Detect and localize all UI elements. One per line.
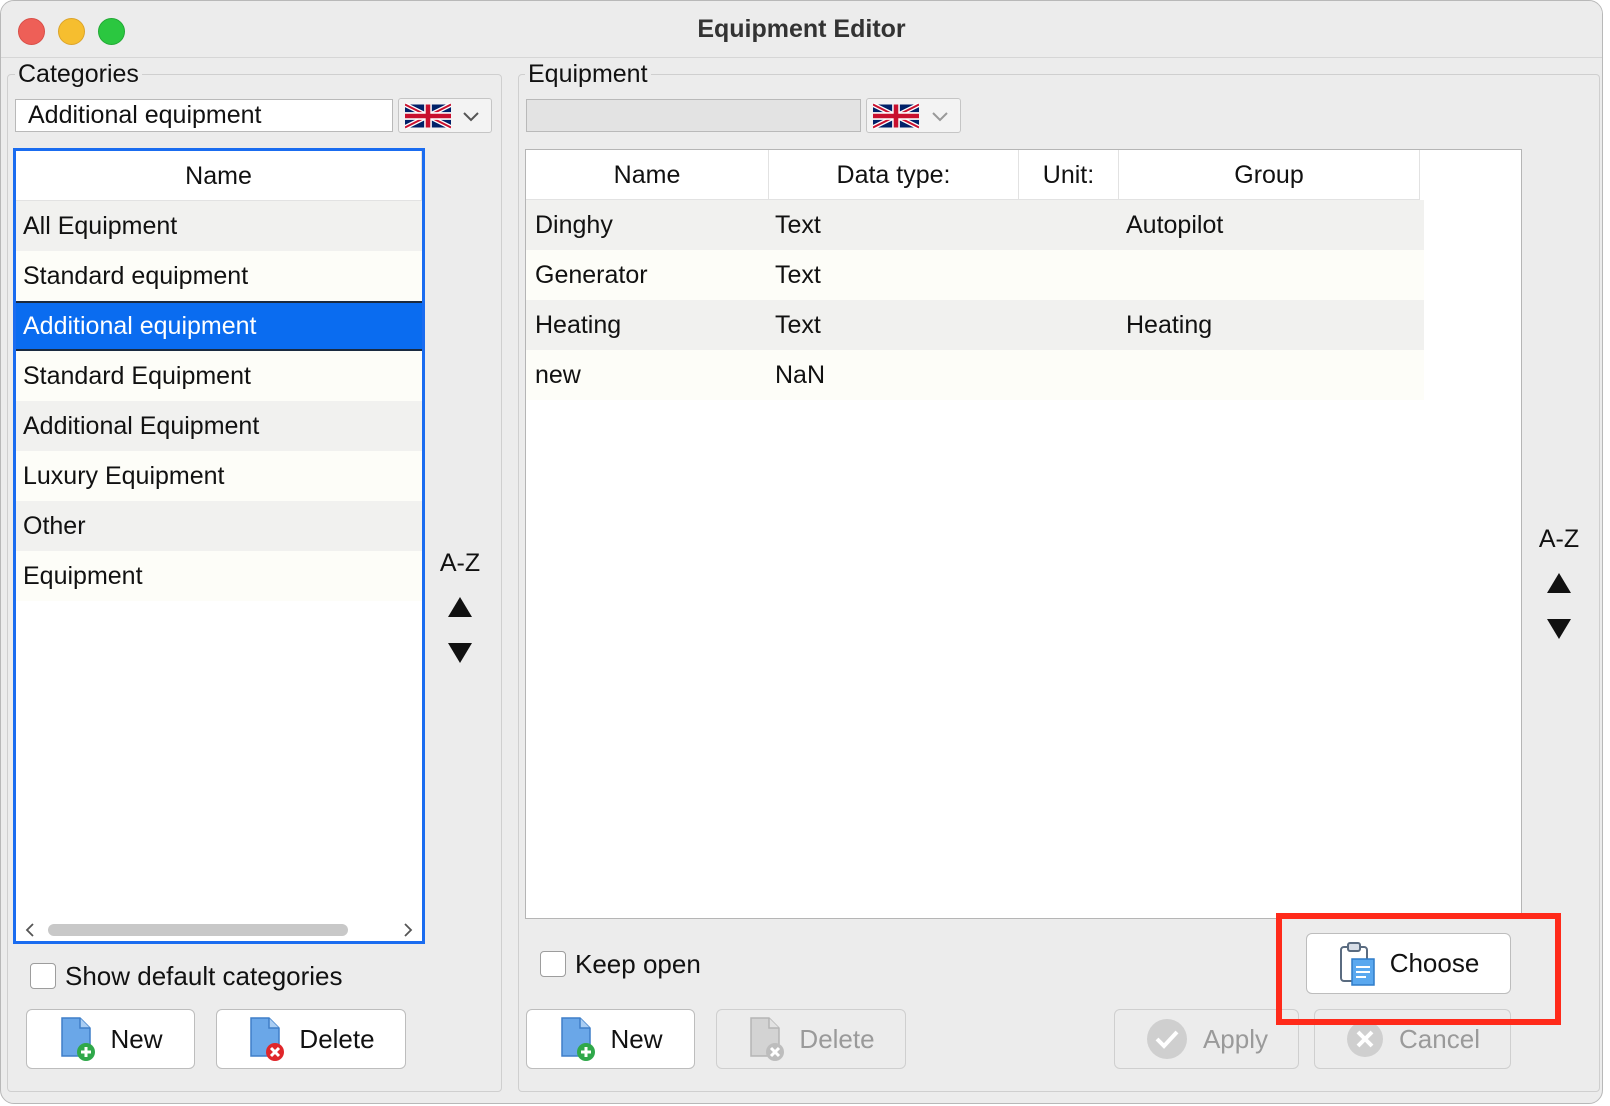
categories-name-header[interactable]: Name [16,151,422,201]
new-equipment-label: New [610,1023,663,1054]
uk-flag-icon [405,103,451,129]
cell-name: Heating [535,311,622,339]
move-up-icon[interactable] [1546,572,1572,594]
category-row[interactable]: Luxury Equipment [16,451,422,501]
scrollbar-thumb[interactable] [48,924,348,936]
cell-data-type: NaN [775,361,826,389]
category-row-label: Standard Equipment [23,362,251,390]
cancel-label: Cancel [1399,1023,1480,1054]
category-row-label: All Equipment [23,212,178,240]
category-row[interactable]: Other [16,501,422,551]
categories-legend: Categories [15,60,142,89]
equipment-legend: Equipment [525,60,651,89]
category-row[interactable]: Equipment [16,551,422,601]
chevron-down-icon [932,112,948,122]
choose-button-highlight [1276,913,1561,1025]
equipment-sort-az-button[interactable]: A-Z [1532,525,1586,554]
apply-label: Apply [1202,1023,1269,1054]
cell-data-type: Text [775,311,821,339]
keep-open-label: Keep open [575,949,701,979]
delete-category-label: Delete [299,1023,375,1054]
scroll-left-icon[interactable] [24,923,36,937]
new-category-label: New [110,1023,163,1054]
keep-open-checkbox[interactable] [540,951,566,977]
title-bar: Equipment Editor [1,1,1602,58]
equipment-filter-field[interactable] [526,99,861,132]
categories-sort-controls: A-Z [433,549,487,664]
categories-list[interactable]: Name All Equipment Standard equipment Ad… [13,148,425,944]
move-down-icon[interactable] [1546,618,1572,640]
categories-sort-az-button[interactable]: A-Z [433,549,487,578]
cell-name: Dinghy [535,211,613,239]
category-row-label: Additional equipment [23,312,257,340]
show-default-categories-checkbox[interactable] [30,963,56,989]
show-default-categories-label: Show default categories [65,961,343,991]
delete-document-icon [250,1017,285,1061]
new-document-icon [61,1017,96,1061]
equipment-table[interactable]: Name Data type: Unit: Group Dinghy Text … [525,149,1522,919]
column-header-data-type[interactable]: Data type: [769,150,1019,200]
category-row-label: Equipment [23,562,143,590]
column-header-group[interactable]: Group [1119,150,1420,200]
delete-document-icon [750,1017,785,1061]
equipment-language-select[interactable] [866,98,961,133]
column-header-unit[interactable]: Unit: [1019,150,1119,200]
chevron-down-icon [463,112,479,122]
delete-category-button[interactable]: Delete [216,1009,406,1069]
table-row[interactable]: Generator Text [526,250,1424,300]
category-row-label: Luxury Equipment [23,462,225,490]
category-select[interactable]: Additional equipment [15,99,393,132]
equipment-editor-window: Equipment Editor Categories Additional e… [0,0,1603,1104]
move-down-icon[interactable] [447,642,473,664]
category-row-label: Other [23,512,86,540]
new-category-button[interactable]: New [26,1009,195,1069]
cancel-icon [1347,1021,1384,1057]
category-language-select[interactable] [398,98,492,133]
table-row[interactable]: Heating Text Heating [526,300,1424,350]
uk-flag-icon [873,103,919,129]
categories-horizontal-scrollbar[interactable] [16,919,422,941]
category-row[interactable]: All Equipment [16,201,422,251]
category-row-label: Additional Equipment [23,412,260,440]
scroll-right-icon[interactable] [402,923,414,937]
delete-equipment-label: Delete [799,1023,875,1054]
window-title: Equipment Editor [697,15,906,43]
table-row[interactable]: new NaN [526,350,1424,400]
equipment-sort-controls: A-Z [1532,525,1586,640]
cell-name: Generator [535,261,648,289]
category-row[interactable]: Standard equipment [16,251,422,301]
cell-data-type: Text [775,261,821,289]
cell-group: Heating [1126,311,1213,339]
move-up-icon[interactable] [447,596,473,618]
checkmark-icon [1146,1019,1187,1059]
category-row-selected[interactable]: Additional equipment [16,301,422,351]
cell-data-type: Text [775,211,821,239]
category-row[interactable]: Additional Equipment [16,401,422,451]
cell-name: new [535,361,581,389]
cell-group: Autopilot [1126,211,1224,239]
apply-button[interactable]: Apply [1114,1009,1299,1069]
table-row[interactable]: Dinghy Text Autopilot [526,200,1424,250]
new-equipment-button[interactable]: New [526,1009,695,1069]
new-document-icon [561,1017,596,1061]
category-row[interactable]: Standard Equipment [16,351,422,401]
column-header-name[interactable]: Name [526,150,769,200]
delete-equipment-button[interactable]: Delete [716,1009,906,1069]
category-row-label: Standard equipment [23,262,249,290]
